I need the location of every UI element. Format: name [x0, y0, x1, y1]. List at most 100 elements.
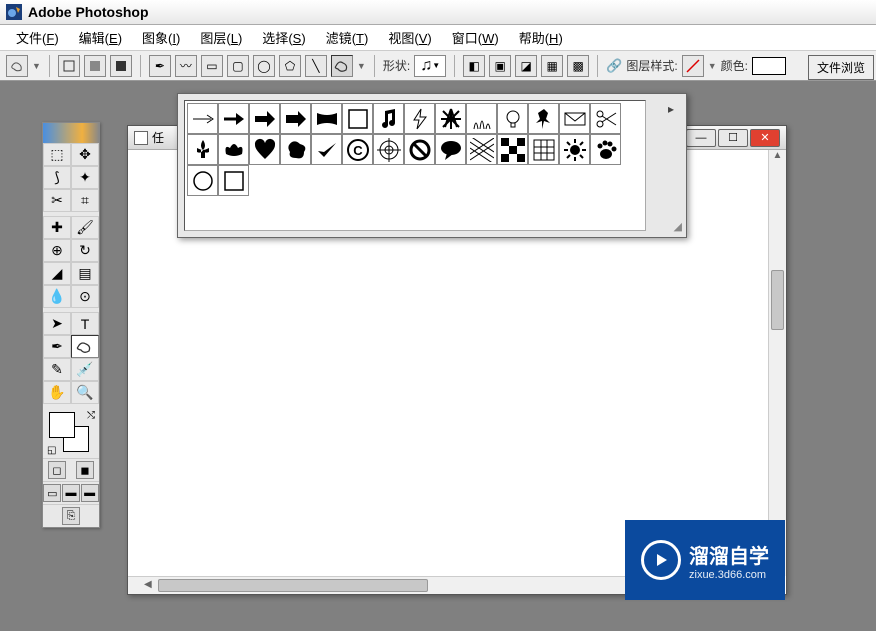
paths-icon[interactable]: [84, 55, 106, 77]
gradient-tool-icon[interactable]: ▤: [71, 262, 99, 285]
foreground-color[interactable]: [49, 412, 75, 438]
healing-tool-icon[interactable]: ✚: [43, 216, 71, 239]
eraser-tool-icon[interactable]: ◢: [43, 262, 71, 285]
exclude-shape-icon[interactable]: ▩: [567, 55, 589, 77]
shape-square-outline[interactable]: [218, 165, 249, 196]
shape-checker[interactable]: [497, 134, 528, 165]
color-swatch[interactable]: [752, 57, 786, 75]
menu-image[interactable]: 图象(I): [132, 25, 190, 50]
shape-fleur[interactable]: [187, 134, 218, 165]
shape-heart[interactable]: [249, 134, 280, 165]
shape-checkmark[interactable]: [311, 134, 342, 165]
hand-tool-icon[interactable]: ✋: [43, 381, 71, 404]
history-brush-icon[interactable]: ↻: [71, 239, 99, 262]
shape-arrow-block[interactable]: [280, 103, 311, 134]
freeform-pen-icon[interactable]: 〰: [175, 55, 197, 77]
custom-shape-icon[interactable]: [331, 55, 353, 77]
dodge-tool-icon[interactable]: ⊙: [71, 285, 99, 308]
pen-tool-icon[interactable]: ✒: [43, 335, 71, 358]
quickmask-mode-icon[interactable]: ◼: [76, 461, 94, 479]
slice-tool-icon[interactable]: ⌗: [71, 189, 99, 212]
shape-lightning[interactable]: [404, 103, 435, 134]
menu-filter[interactable]: 滤镜(T): [316, 25, 379, 50]
line-shape-icon[interactable]: ╲: [305, 55, 327, 77]
menu-edit[interactable]: 编辑(E): [69, 25, 132, 50]
subtract-shape-icon[interactable]: ◪: [515, 55, 537, 77]
fill-pixels-icon[interactable]: [110, 55, 132, 77]
shape-circle-outline[interactable]: [187, 165, 218, 196]
shape-arrow1[interactable]: [187, 103, 218, 134]
menu-select[interactable]: 选择(S): [252, 25, 315, 50]
shape-dropdown[interactable]: ♫ ▼: [414, 55, 446, 77]
shape-banner[interactable]: [311, 103, 342, 134]
brush-tool-icon[interactable]: 🖌: [71, 216, 99, 239]
shape-music-note[interactable]: [373, 103, 404, 134]
polygon-shape-icon[interactable]: ⬠: [279, 55, 301, 77]
shape-arrow2[interactable]: [218, 103, 249, 134]
shape-grass[interactable]: [466, 103, 497, 134]
layer-style-dropdown[interactable]: [682, 55, 704, 77]
wand-tool-icon[interactable]: ✦: [71, 166, 99, 189]
shape-options-arrow-icon[interactable]: ▼: [357, 61, 366, 71]
shape-pawprint[interactable]: [590, 134, 621, 165]
blur-tool-icon[interactable]: 💧: [43, 285, 71, 308]
resize-handle-icon[interactable]: ◢: [674, 220, 682, 233]
imageready-icon[interactable]: ⎘: [62, 507, 80, 525]
path-select-icon[interactable]: ➤: [43, 312, 71, 335]
tool-preset-icon[interactable]: [6, 55, 28, 77]
style-arrow-icon[interactable]: ▼: [708, 61, 717, 71]
notes-tool-icon[interactable]: ✎: [43, 358, 71, 381]
shape-frame[interactable]: [342, 103, 373, 134]
shape-layers-icon[interactable]: [58, 55, 80, 77]
screen-full-icon[interactable]: ▬: [81, 484, 99, 502]
file-browse-button[interactable]: 文件浏览: [808, 55, 874, 80]
shape-blob[interactable]: [280, 134, 311, 165]
screen-standard-icon[interactable]: ▭: [43, 484, 61, 502]
standard-mode-icon[interactable]: ◻: [48, 461, 66, 479]
vertical-scrollbar[interactable]: [768, 150, 786, 576]
minimize-button[interactable]: —: [686, 129, 716, 147]
add-shape-icon[interactable]: ▣: [489, 55, 511, 77]
pen-icon[interactable]: ✒: [149, 55, 171, 77]
shape-sun[interactable]: [559, 134, 590, 165]
intersect-shape-icon[interactable]: ▦: [541, 55, 563, 77]
close-button[interactable]: ✕: [750, 129, 780, 147]
fg-bg-color-swatch[interactable]: ⤭ ◱: [43, 408, 99, 458]
shape-crown[interactable]: [218, 134, 249, 165]
menu-layer[interactable]: 图层(L): [190, 25, 252, 50]
shape-scissors[interactable]: [590, 103, 621, 134]
shape-grid[interactable]: [528, 134, 559, 165]
shape-starburst[interactable]: [435, 103, 466, 134]
shape-envelope[interactable]: [559, 103, 590, 134]
menu-view[interactable]: 视图(V): [378, 25, 441, 50]
move-tool-icon[interactable]: ✥: [71, 143, 99, 166]
shape-tool-icon[interactable]: [71, 335, 99, 358]
link-icon[interactable]: 🔗: [606, 58, 622, 74]
scroll-thumb[interactable]: [771, 270, 784, 330]
shape-speech[interactable]: [435, 134, 466, 165]
marquee-tool-icon[interactable]: ⬚: [43, 143, 71, 166]
menu-window[interactable]: 窗口(W): [442, 25, 509, 50]
shape-pattern[interactable]: [466, 134, 497, 165]
menu-file[interactable]: 文件(F): [6, 25, 69, 50]
menu-help[interactable]: 帮助(H): [509, 25, 573, 50]
shape-bulb[interactable]: [497, 103, 528, 134]
rect-shape-icon[interactable]: ▭: [201, 55, 223, 77]
crop-tool-icon[interactable]: ✂: [43, 189, 71, 212]
shape-no-entry[interactable]: [404, 134, 435, 165]
type-tool-icon[interactable]: T: [71, 312, 99, 335]
shape-target[interactable]: [373, 134, 404, 165]
ellipse-shape-icon[interactable]: ◯: [253, 55, 275, 77]
eyedropper-icon[interactable]: 💉: [71, 358, 99, 381]
stamp-tool-icon[interactable]: ⊕: [43, 239, 71, 262]
new-shape-layer-icon[interactable]: ◧: [463, 55, 485, 77]
maximize-button[interactable]: ☐: [718, 129, 748, 147]
zoom-tool-icon[interactable]: 🔍: [71, 381, 99, 404]
rounded-rect-icon[interactable]: ▢: [227, 55, 249, 77]
toolbox-header[interactable]: [43, 123, 99, 143]
swap-colors-icon[interactable]: ⤭: [87, 410, 95, 421]
default-colors-icon[interactable]: ◱: [47, 445, 56, 456]
shape-copyright[interactable]: C: [342, 134, 373, 165]
screen-full-menu-icon[interactable]: ▬: [62, 484, 80, 502]
dropdown-arrow-icon[interactable]: ▼: [32, 61, 41, 71]
